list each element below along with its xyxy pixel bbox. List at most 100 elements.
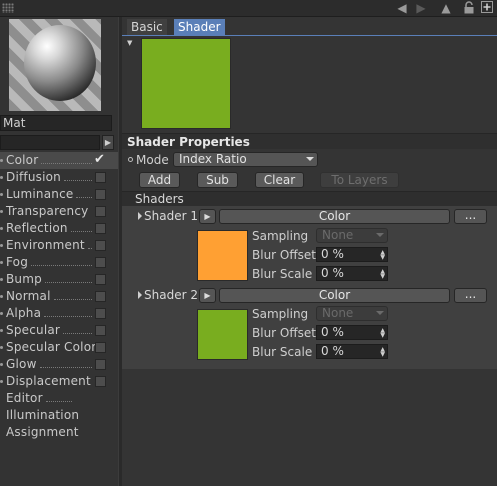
channel-leader-dots (44, 316, 92, 317)
shader-1-menu-arrow-icon[interactable]: ▶ (199, 209, 216, 224)
shader-preview[interactable] (141, 38, 231, 129)
shader-1-color-swatch[interactable] (197, 230, 248, 281)
channel-checkbox[interactable] (95, 257, 106, 268)
material-selector[interactable] (0, 135, 100, 150)
channel-item[interactable]: Fog (0, 254, 118, 271)
shader-2-blur-scale-field[interactable]: 0 % ▲ ▼ (316, 344, 388, 359)
shader-1-more-button[interactable]: ... (454, 209, 487, 224)
shader-1-blur-scale-value: 0 % (321, 266, 344, 280)
shader-2-blur-offset-value: 0 % (321, 325, 344, 339)
channel-dot-icon (0, 159, 3, 162)
chevron-down-icon (306, 157, 314, 161)
channel-checkbox[interactable] (95, 240, 106, 251)
channel-label: Transparency (6, 204, 89, 218)
spinner-arrows-icon[interactable]: ▲ ▼ (380, 269, 385, 280)
shaders-group-header[interactable]: Shaders (122, 191, 497, 206)
channel-item[interactable]: Displacement (0, 373, 118, 390)
shader-2-sampling-label: Sampling (252, 307, 309, 321)
shader-2-expand-icon[interactable] (138, 291, 142, 299)
channel-leader-dots (76, 197, 92, 198)
channel-item[interactable]: Specular Color (0, 339, 118, 356)
channel-checkbox[interactable] (95, 189, 106, 200)
clear-button[interactable]: Clear (255, 172, 304, 188)
shader-2-blur-offset-label: Blur Offset (252, 326, 316, 340)
shader-1-blur-offset-value: 0 % (321, 247, 344, 261)
to-layers-button[interactable]: To Layers (320, 172, 399, 188)
spinner-arrows-icon[interactable]: ▲ ▼ (380, 347, 385, 358)
material-selector-arrow-icon[interactable]: ▶ (102, 135, 114, 150)
shader-1-sampling-label: Sampling (252, 229, 309, 243)
channel-label: Alpha (6, 306, 42, 320)
material-channel-panel: Mat ▶ Color ✔ Diffusion Luminance Transparen… (0, 17, 118, 486)
preview-collapse-icon[interactable]: ▼ (127, 39, 132, 47)
channel-leader-dots (41, 163, 92, 164)
spinner-arrows-icon[interactable]: ▲ ▼ (380, 250, 385, 261)
shader-2-color-swatch[interactable] (197, 309, 248, 360)
channel-item[interactable]: Reflection (0, 220, 118, 237)
channel-dot-icon (0, 295, 3, 298)
channel-dot-icon (0, 261, 3, 264)
channel-checkbox[interactable] (95, 376, 106, 387)
lock-icon[interactable] (462, 1, 476, 15)
channel-item[interactable]: Transparency (0, 203, 118, 220)
shader-1-expand-icon[interactable] (138, 212, 142, 220)
channel-checkbox[interactable] (95, 206, 106, 217)
channel-item[interactable]: Glow (0, 356, 118, 373)
channel-item[interactable]: Luminance (0, 186, 118, 203)
channel-item[interactable]: Alpha (0, 305, 118, 322)
mode-label: Mode (136, 153, 169, 167)
shader-1-blur-offset-field[interactable]: 0 % ▲ ▼ (316, 247, 388, 262)
forward-arrow-icon[interactable]: ▶ (414, 1, 428, 15)
channel-item[interactable]: Bump (0, 271, 118, 288)
material-preview[interactable] (9, 19, 101, 111)
mode-dropdown[interactable]: Index Ratio (173, 152, 318, 167)
sub-button[interactable]: Sub (197, 172, 238, 188)
channel-checkbox[interactable] (95, 223, 106, 234)
channel-item[interactable]: Editor (0, 390, 118, 407)
channel-checkbox[interactable] (95, 274, 106, 285)
channel-checkbox[interactable] (95, 172, 106, 183)
spinner-arrows-icon[interactable]: ▲ ▼ (380, 328, 385, 339)
channel-leader-dots (31, 265, 92, 266)
channel-item[interactable]: Normal (0, 288, 118, 305)
shader-1-blur-scale-field[interactable]: 0 % ▲ ▼ (316, 266, 388, 281)
material-name-field[interactable]: Mat (0, 115, 112, 131)
mode-animate-dot-icon[interactable] (128, 157, 133, 162)
up-arrow-icon[interactable]: ▲ (439, 1, 453, 15)
channel-checkbox[interactable] (95, 359, 106, 370)
add-button[interactable]: Add (139, 172, 180, 188)
chevron-down-icon (376, 311, 384, 315)
tab-basic[interactable]: Basic (127, 19, 167, 35)
drag-grip-icon[interactable] (2, 3, 14, 13)
shader-2-sampling-dropdown[interactable]: None (316, 306, 388, 321)
channel-dot-icon (0, 278, 3, 281)
channel-leader-dots (53, 299, 92, 300)
channel-label: Specular Color (6, 340, 97, 354)
shader-2-more-button[interactable]: ... (454, 288, 487, 303)
channel-label: Illumination (6, 408, 80, 422)
channel-item[interactable]: Assignment (0, 424, 118, 441)
back-arrow-icon[interactable]: ◀ (395, 1, 409, 15)
channel-item[interactable]: Diffusion (0, 169, 118, 186)
shader-properties-header: Shader Properties (122, 133, 497, 149)
shader-2-blur-offset-field[interactable]: 0 % ▲ ▼ (316, 325, 388, 340)
channel-checkbox[interactable] (95, 342, 106, 353)
attributes-panel: Basic Shader ▼ Shader Properties Mode In… (122, 17, 497, 486)
channel-leader-dots (63, 333, 92, 334)
channel-item[interactable]: Environment (0, 237, 118, 254)
tab-shader[interactable]: Shader (174, 19, 225, 35)
channel-checkbox[interactable] (95, 308, 106, 319)
shader-2-menu-arrow-icon[interactable]: ▶ (199, 288, 216, 303)
new-window-icon[interactable] (480, 1, 494, 15)
channel-item[interactable]: Color ✔ (0, 152, 118, 169)
channel-leader-dots (63, 180, 92, 181)
channel-dot-icon (0, 193, 3, 196)
shader-2-type-button[interactable]: Color (219, 288, 450, 303)
channel-item[interactable]: Illumination (0, 407, 118, 424)
shader-1-sampling-dropdown[interactable]: None (316, 228, 388, 243)
channel-item[interactable]: Specular (0, 322, 118, 339)
shader-1-type-button[interactable]: Color (219, 209, 450, 224)
channel-checkmark-icon[interactable]: ✔ (94, 151, 105, 168)
channel-checkbox[interactable] (95, 325, 106, 336)
channel-checkbox[interactable] (95, 291, 106, 302)
